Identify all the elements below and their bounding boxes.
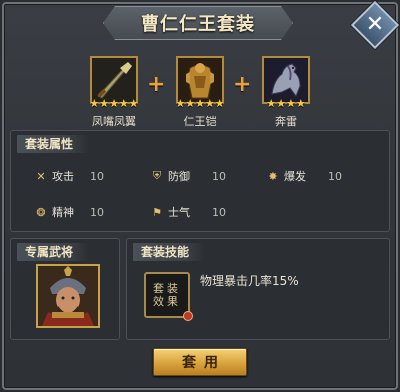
dialog-title: 曹仁仁王套装	[141, 14, 255, 35]
set-item-horse[interactable]: ★★★★ 奔雷	[256, 56, 316, 129]
item-name: 仁王铠	[183, 115, 217, 128]
general-portrait[interactable]	[36, 264, 100, 328]
general-label: 专属武将	[17, 243, 90, 261]
attr-defense: ⛨ 防御 10	[150, 168, 226, 184]
item-stars: ★★★★	[266, 97, 306, 110]
badge-icon	[183, 311, 193, 321]
morale-icon: ⚑	[152, 205, 162, 219]
item-name: 奔雷	[275, 115, 297, 128]
defense-icon: ⛨	[152, 169, 162, 182]
spirit-icon: ❂	[36, 205, 46, 219]
item-name: 凤嘴凤翼	[92, 115, 136, 128]
skill-label: 套装技能	[133, 243, 206, 261]
plus-icon: +	[147, 72, 166, 97]
plus-icon: +	[233, 72, 252, 97]
item-stars: ★★★★★	[89, 97, 139, 110]
item-stars: ★★★★★	[175, 97, 225, 110]
attr-morale: ⚑ 士气 10	[150, 204, 226, 220]
burst-icon: ✸	[268, 169, 278, 183]
title-banner: 曹仁仁王套装	[103, 6, 293, 40]
apply-button[interactable]: 套用	[153, 348, 247, 376]
attr-spirit: ❂ 精神 10	[34, 204, 104, 220]
skill-description: 物理暴击几率15%	[200, 274, 299, 288]
set-item-weapon[interactable]: ★★★★★ 凤嘴凤翼	[84, 56, 144, 129]
attr-burst: ✸ 爆发 10	[266, 168, 342, 184]
attack-icon: ✕	[36, 169, 46, 183]
attr-attack: ✕ 攻击 10	[34, 168, 104, 184]
set-effect-icon[interactable]: 套装 效果	[144, 272, 193, 321]
attributes-label: 套装属性	[17, 135, 90, 153]
set-item-armor[interactable]: ★★★★★ 仁王铠	[170, 56, 230, 129]
close-icon[interactable]: ✕	[358, 8, 392, 42]
